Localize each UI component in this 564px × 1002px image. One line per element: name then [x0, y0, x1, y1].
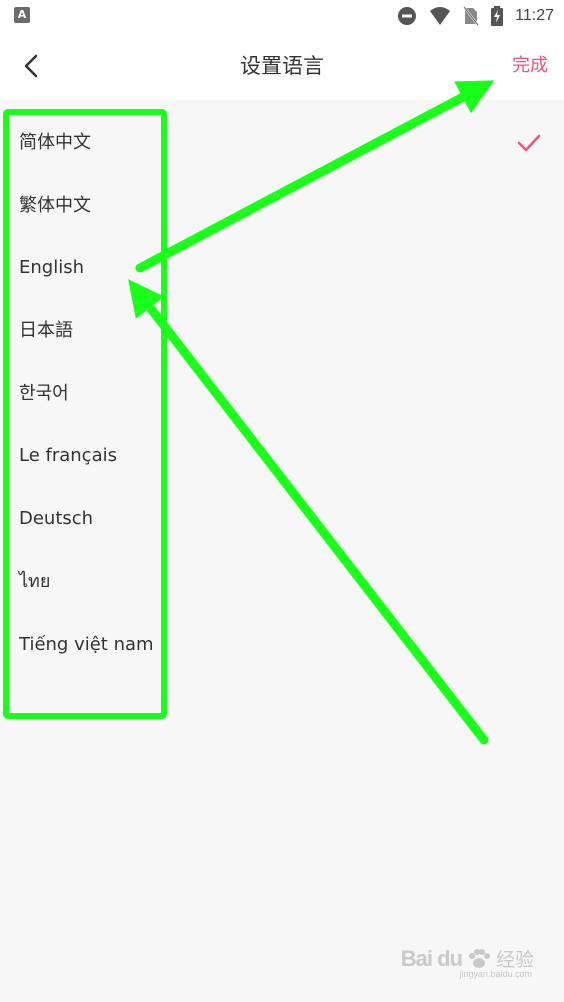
paw-icon	[468, 948, 490, 968]
language-list: 简体中文 繁体中文 English 日本語 한국어 Le français De…	[0, 112, 564, 676]
watermark-suffix: 经验	[495, 950, 534, 971]
language-label: 简体中文	[19, 132, 91, 153]
language-item-korean[interactable]: 한국어	[0, 363, 564, 426]
language-item-thai[interactable]: ไทย	[0, 551, 564, 614]
language-label: 한국어	[19, 382, 69, 404]
language-item-traditional-chinese[interactable]: 繁体中文	[0, 175, 564, 238]
language-label: Deutsch	[19, 508, 94, 530]
do-not-disturb-icon	[398, 7, 417, 25]
language-item-simplified-chinese[interactable]: 简体中文	[0, 112, 564, 175]
status-bar: A 11:27	[0, 0, 564, 32]
watermark-brand: Bai du	[400, 945, 463, 971]
page-title: 设置语言	[240, 54, 324, 78]
wifi-icon	[430, 7, 451, 25]
battery-charging-icon	[491, 6, 504, 26]
checkmark-icon	[517, 134, 541, 152]
language-item-vietnamese[interactable]: Tiếng việt nam	[0, 614, 564, 677]
watermark: Bai du 经验 jingyan.baidu.com	[400, 945, 534, 980]
no-sim-icon	[463, 6, 479, 26]
header-bar: 设置语言 完成	[0, 32, 564, 100]
language-label: 日本語	[19, 320, 73, 342]
done-button[interactable]: 完成	[512, 32, 548, 100]
language-item-german[interactable]: Deutsch	[0, 488, 564, 551]
status-time: 11:27	[515, 7, 554, 24]
app-notification-icon: A	[14, 7, 30, 23]
language-label: Le français	[19, 445, 117, 467]
watermark-url: jingyan.baidu.com	[459, 969, 532, 979]
language-item-french[interactable]: Le français	[0, 425, 564, 488]
language-label: English	[19, 257, 84, 279]
language-label: ไทย	[19, 570, 51, 592]
language-label: 繁体中文	[19, 194, 91, 216]
language-label: Tiếng việt nam	[19, 633, 154, 655]
language-item-english[interactable]: English	[0, 237, 564, 300]
language-item-japanese[interactable]: 日本語	[0, 300, 564, 363]
